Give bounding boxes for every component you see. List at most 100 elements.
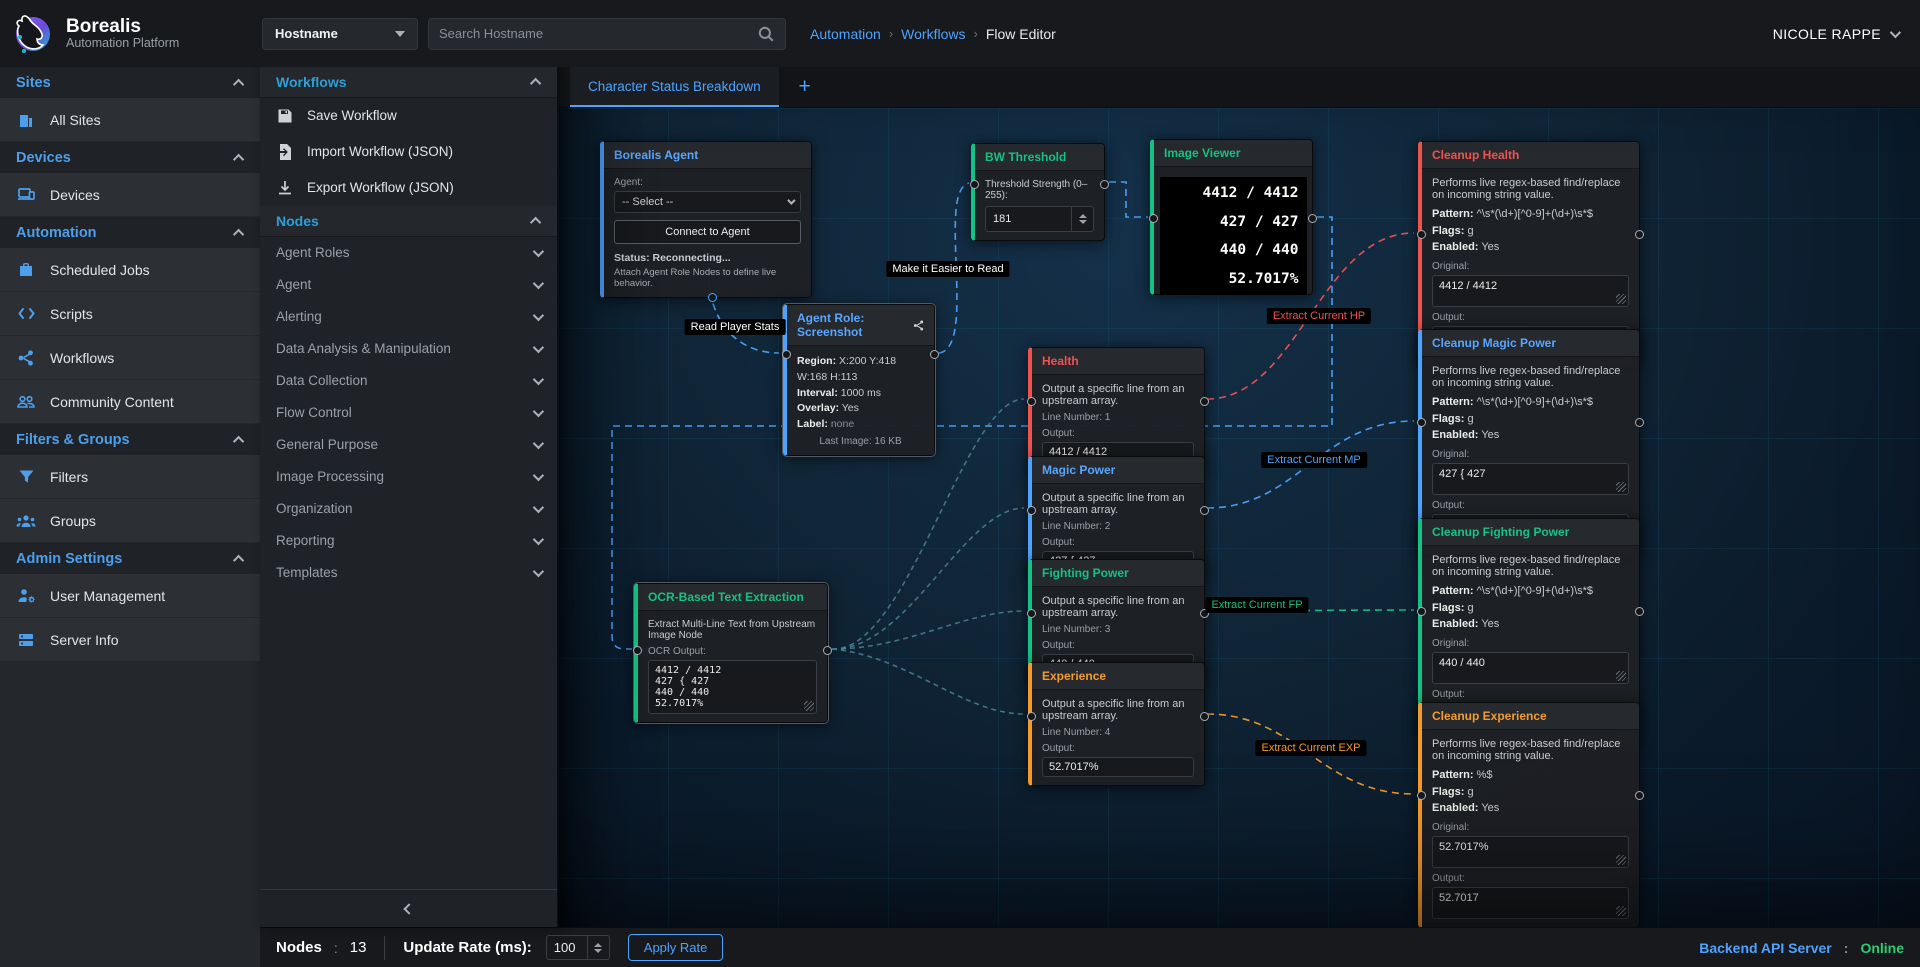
node-agent-role-screenshot[interactable]: Agent Role: Screenshot Region: X:200 Y:4… [783, 304, 935, 456]
user-menu[interactable]: NICOLE RAPPE [1773, 26, 1898, 42]
sidebar-item-all-sites[interactable]: All Sites [0, 98, 260, 142]
ocr-output-textarea[interactable]: 4412 / 4412 427 { 427 440 / 440 52.7017% [648, 660, 817, 714]
panel-section-workflows[interactable]: Workflows [260, 67, 557, 98]
port[interactable] [1635, 230, 1644, 239]
sidebar-item-groups[interactable]: Groups [0, 499, 260, 543]
port[interactable] [1308, 214, 1317, 223]
node-category-data-analysis[interactable]: Data Analysis & Manipulation [260, 333, 557, 365]
panel-item-label: Import Workflow (JSON) [307, 144, 453, 159]
edge-threshold-to-viewer [1109, 182, 1148, 217]
port[interactable] [1417, 607, 1426, 616]
original-textarea[interactable]: 440 / 440 [1432, 652, 1629, 684]
resize-handle[interactable] [1616, 482, 1626, 492]
sidebar-item-scheduled-jobs[interactable]: Scheduled Jobs [0, 248, 260, 292]
node-category-agent[interactable]: Agent [260, 269, 557, 301]
port[interactable] [1100, 180, 1109, 189]
port[interactable] [1417, 791, 1426, 800]
resize-handle[interactable] [1616, 671, 1626, 681]
sidebar-section-filters-groups[interactable]: Filters & Groups [0, 424, 260, 455]
original-textarea[interactable]: 4412 / 4412 [1432, 275, 1629, 307]
hostname-search[interactable] [428, 18, 786, 50]
port[interactable] [1635, 607, 1644, 616]
sidebar-section-devices[interactable]: Devices [0, 142, 260, 173]
export-workflow-button[interactable]: Export Workflow (JSON) [260, 170, 557, 206]
sidebar-item-filters[interactable]: Filters [0, 455, 260, 499]
port[interactable] [782, 350, 791, 359]
node-category-alerting[interactable]: Alerting [260, 301, 557, 333]
share-icon[interactable] [913, 319, 924, 332]
port[interactable] [823, 646, 832, 655]
add-tab-button[interactable]: + [779, 67, 831, 107]
sidebar-item-workflows[interactable]: Workflows [0, 336, 260, 380]
port[interactable] [930, 350, 939, 359]
port[interactable] [1027, 506, 1036, 515]
port[interactable] [1635, 791, 1644, 800]
connect-to-agent-button[interactable]: Connect to Agent [614, 220, 801, 244]
resize-handle[interactable] [1616, 855, 1626, 865]
caret-down-icon [395, 31, 405, 37]
port[interactable] [1200, 506, 1209, 515]
search-input[interactable] [439, 26, 757, 41]
node-ocr-text-extraction[interactable]: OCR-Based Text Extraction Extract Multi-… [634, 583, 828, 723]
port[interactable] [708, 293, 717, 302]
output-field[interactable] [1042, 757, 1194, 777]
sidebar-item-server-info[interactable]: Server Info [0, 618, 260, 662]
number-stepper[interactable] [587, 936, 609, 959]
node-title: Agent Role: Screenshot [797, 311, 913, 339]
threshold-input[interactable]: 181 [985, 206, 1094, 232]
panel-section-nodes[interactable]: Nodes [260, 206, 557, 237]
node-category-flow-control[interactable]: Flow Control [260, 397, 557, 429]
breadcrumb-workflows[interactable]: Workflows [901, 26, 965, 42]
node-category-organization[interactable]: Organization [260, 493, 557, 525]
node-category-general-purpose[interactable]: General Purpose [260, 429, 557, 461]
sidebar-section-sites[interactable]: Sites [0, 67, 260, 98]
original-textarea[interactable]: 52.7017% [1432, 836, 1629, 868]
tab-character-status-breakdown[interactable]: Character Status Breakdown [570, 67, 779, 107]
port[interactable] [1417, 418, 1426, 427]
chevron-down-icon [533, 533, 544, 544]
resize-handle[interactable] [804, 701, 814, 711]
output-textarea[interactable]: 52.7017 [1432, 887, 1629, 919]
update-rate-input[interactable]: 100 [546, 935, 610, 960]
original-textarea[interactable]: 427 { 427 [1432, 463, 1629, 495]
flow-canvas[interactable]: Read Player Stats Make it Easier to Read… [558, 108, 1920, 927]
sidebar-section-admin-settings[interactable]: Admin Settings [0, 543, 260, 574]
number-stepper[interactable] [1071, 207, 1093, 231]
port[interactable] [1417, 230, 1426, 239]
node-category-data-collection[interactable]: Data Collection [260, 365, 557, 397]
apply-rate-button[interactable]: Apply Rate [628, 934, 724, 961]
import-workflow-button[interactable]: Import Workflow (JSON) [260, 134, 557, 170]
breadcrumb-automation[interactable]: Automation [810, 26, 881, 42]
port[interactable] [1200, 397, 1209, 406]
node-image-viewer[interactable]: Image Viewer 4412 / 4412 427 / 427 440 /… [1150, 139, 1313, 295]
node-category-reporting[interactable]: Reporting [260, 525, 557, 557]
collapse-panel-button[interactable] [260, 889, 557, 927]
resize-handle[interactable] [1616, 294, 1626, 304]
sidebar-item-user-management[interactable]: User Management [0, 574, 260, 618]
resize-handle[interactable] [1616, 906, 1626, 916]
port[interactable] [1027, 397, 1036, 406]
node-category-templates[interactable]: Templates [260, 557, 557, 589]
port[interactable] [970, 180, 979, 189]
port[interactable] [633, 646, 642, 655]
chevron-down-icon [533, 245, 544, 256]
sidebar-item-devices[interactable]: Devices [0, 173, 260, 217]
node-bw-threshold[interactable]: BW Threshold Threshold Strength (0–255):… [971, 143, 1105, 241]
sidebar-item-scripts[interactable]: Scripts [0, 292, 260, 336]
node-cleanup-experience[interactable]: Cleanup Experience Performs live regex-b… [1418, 702, 1640, 927]
port[interactable] [1635, 418, 1644, 427]
node-experience[interactable]: Experience Output a specific line from a… [1028, 662, 1205, 786]
port[interactable] [1027, 609, 1036, 618]
port[interactable] [1149, 214, 1158, 223]
port[interactable] [1200, 712, 1209, 721]
port[interactable] [1027, 712, 1036, 721]
save-workflow-button[interactable]: Save Workflow [260, 98, 557, 134]
node-category-image-processing[interactable]: Image Processing [260, 461, 557, 493]
hostname-dropdown[interactable]: Hostname [262, 18, 418, 50]
sidebar-item-community-content[interactable]: Community Content [0, 380, 260, 424]
sidebar-section-automation[interactable]: Automation [0, 217, 260, 248]
agent-select[interactable]: -- Select -- [614, 191, 801, 213]
node-category-agent-roles[interactable]: Agent Roles [260, 237, 557, 269]
node-health[interactable]: Health Output a specific line from an up… [1028, 347, 1205, 471]
node-borealis-agent[interactable]: Borealis Agent Agent: -- Select -- Conne… [600, 141, 812, 298]
